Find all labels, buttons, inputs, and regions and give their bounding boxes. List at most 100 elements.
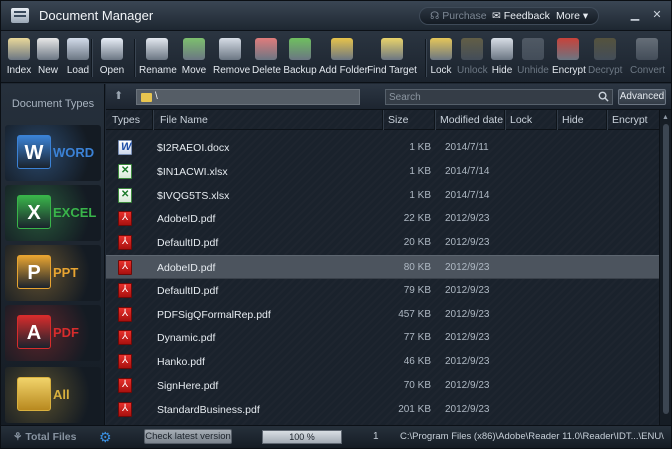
table-row[interactable]: $IVQG5TS.xlsx 1 KB 2014/7/14	[106, 184, 659, 208]
doc-type-pdf[interactable]: A PDF	[5, 305, 101, 361]
column-separator[interactable]	[434, 110, 435, 130]
toolbar-unhide-button[interactable]: Unhide	[517, 35, 549, 79]
toolbar-label: Encrypt	[552, 65, 586, 76]
file-size: 457 KB	[398, 308, 431, 320]
hide-icon	[491, 38, 513, 60]
table-header: Types File Name Size Modified date Lock Hide E…	[106, 110, 659, 130]
file-name: AdobeID.pdf	[157, 262, 216, 274]
doc-type-label: PDF	[53, 325, 79, 340]
column-header-lock[interactable]: Lock	[510, 114, 532, 126]
column-header-file-name[interactable]: File Name	[160, 114, 208, 126]
column-separator[interactable]	[556, 110, 557, 130]
toolbar-label: Find Target	[367, 65, 417, 76]
more-menu[interactable]: More ▾	[556, 10, 588, 22]
file-name: DefaultID.pdf	[157, 284, 219, 297]
toolbar-separator	[91, 39, 92, 77]
column-header-hide[interactable]: Hide	[562, 114, 584, 126]
doc-type-label: EXCEL	[53, 205, 97, 220]
toolbar-new-button[interactable]: New	[34, 35, 62, 79]
total-files-icon: ⚘	[13, 431, 26, 443]
search-icon[interactable]	[598, 91, 609, 102]
doc-type-all[interactable]: All	[5, 367, 101, 423]
doc-type-excel[interactable]: X EXCEL	[5, 185, 101, 241]
doc-type-ppt[interactable]: P PPT	[5, 245, 101, 301]
scroll-up-icon[interactable]: ▲	[662, 114, 670, 122]
column-header-size[interactable]: Size	[388, 114, 408, 126]
table-row[interactable]: $I2RAEOI.docx 1 KB 2014/7/11	[106, 136, 659, 160]
column-header-modified-date[interactable]: Modified date	[440, 114, 503, 126]
check-version-button[interactable]: Check latest version	[144, 429, 232, 444]
advanced-button[interactable]: Advanced	[618, 89, 666, 105]
table-row[interactable]: DefaultID.pdf 79 KB 2012/9/23	[106, 279, 659, 303]
file-size: 80 KB	[403, 262, 431, 273]
file-modified-date: 2012/9/23	[445, 213, 490, 225]
table-row[interactable]: PDFSigQFormalRep.pdf 457 KB 2012/9/23	[106, 303, 659, 327]
progress-bar: 100 %	[262, 430, 342, 444]
table-row[interactable]: AdobeID.pdf 22 KB 2012/9/23	[106, 207, 659, 231]
table-row[interactable]: $IN1ACWI.xlsx 1 KB 2014/7/14	[106, 160, 659, 184]
toolbar-separator	[425, 39, 426, 77]
column-header-encrypt[interactable]: Encrypt	[612, 114, 648, 126]
rename-icon	[146, 38, 168, 60]
toolbar-convert-button[interactable]: Convert	[630, 35, 665, 79]
table-row[interactable]: SignHere.pdf 70 KB 2012/9/23	[106, 374, 659, 398]
toolbar-add-folder-button[interactable]: Add Folder	[319, 35, 368, 79]
toolbar-open-button[interactable]: Open	[97, 35, 127, 79]
column-separator[interactable]	[152, 110, 153, 130]
vertical-scrollbar[interactable]: ▲	[659, 110, 671, 425]
toolbar-move-button[interactable]: Move	[180, 35, 208, 79]
sidebar: Document Types W WORD X EXCEL P PPT A PDF All	[1, 84, 105, 425]
toolbar-hide-button[interactable]: Hide	[490, 35, 514, 79]
gear-icon[interactable]: ⚙	[99, 430, 113, 444]
pdf-file-icon	[118, 401, 132, 417]
pdf-file-icon	[118, 354, 132, 370]
toolbar-separator	[134, 39, 135, 77]
total-files-label[interactable]: ⚘ Total Files	[13, 431, 77, 443]
file-table: Types File Name Size Modified date Lock Hide E…	[106, 110, 671, 425]
excel-file-icon	[118, 187, 132, 203]
toolbar-label: Lock	[430, 65, 452, 76]
column-separator[interactable]	[504, 110, 505, 130]
table-row[interactable]: Hanko.pdf 46 KB 2012/9/23	[106, 350, 659, 374]
toolbar-label: Delete	[252, 65, 281, 76]
column-separator[interactable]	[606, 110, 607, 130]
doc-type-word[interactable]: W WORD	[5, 125, 101, 181]
file-modified-date: 2012/9/23	[445, 237, 490, 249]
toolbar-index-button[interactable]: Index	[5, 35, 33, 79]
toolbar-rename-button[interactable]: Rename	[139, 35, 177, 79]
excel-icon: X	[17, 195, 51, 229]
toolbar-unlock-button[interactable]: Unlock	[457, 35, 488, 79]
file-count: 1	[373, 431, 379, 442]
new-icon	[37, 38, 59, 60]
table-row[interactable]: DefaultID.pdf 20 KB 2012/9/23	[106, 231, 659, 255]
table-row[interactable]: StandardBusiness.pdf 201 KB 2012/9/23	[106, 398, 659, 422]
minimize-button[interactable]: ▁	[629, 9, 641, 21]
table-row[interactable]: AdobeID.pdf 80 KB 2012/9/23	[106, 255, 659, 279]
scroll-thumb[interactable]	[663, 124, 669, 414]
toolbar-encrypt-button[interactable]: Encrypt	[552, 35, 586, 79]
file-size: 201 KB	[398, 403, 431, 415]
feedback-link[interactable]: ✉ Feedback	[492, 10, 550, 22]
close-button[interactable]: ✕	[651, 9, 663, 21]
file-name: SignHere.pdf	[157, 380, 219, 392]
toolbar-remove-button[interactable]: Remove	[213, 35, 250, 79]
toolbar-load-button[interactable]: Load	[63, 35, 93, 79]
file-modified-date: 2012/9/23	[445, 262, 490, 273]
toolbar-decrypt-button[interactable]: Decrypt	[588, 35, 622, 79]
path-field[interactable]: \	[136, 89, 360, 105]
toolbar-lock-button[interactable]: Lock	[428, 35, 454, 79]
window-title: Document Manager	[39, 8, 154, 23]
ppt-icon: P	[17, 255, 51, 289]
toolbar-backup-button[interactable]: Backup	[283, 35, 317, 79]
table-row[interactable]: Dynamic.pdf 77 KB 2012/9/23	[106, 326, 659, 350]
column-separator[interactable]	[382, 110, 383, 130]
decrypt-icon	[594, 38, 616, 60]
file-modified-date: 2014/7/11	[445, 142, 489, 153]
toolbar-label: Load	[66, 65, 90, 76]
toolbar-delete-button[interactable]: Delete	[252, 35, 281, 79]
column-header-types[interactable]: Types	[112, 114, 140, 126]
search-input[interactable]	[389, 91, 589, 103]
up-arrow-icon[interactable]: ⬆	[114, 89, 128, 103]
toolbar-find-target-button[interactable]: Find Target	[367, 35, 417, 79]
purchase-link[interactable]: ☊ Purchase	[430, 10, 487, 22]
